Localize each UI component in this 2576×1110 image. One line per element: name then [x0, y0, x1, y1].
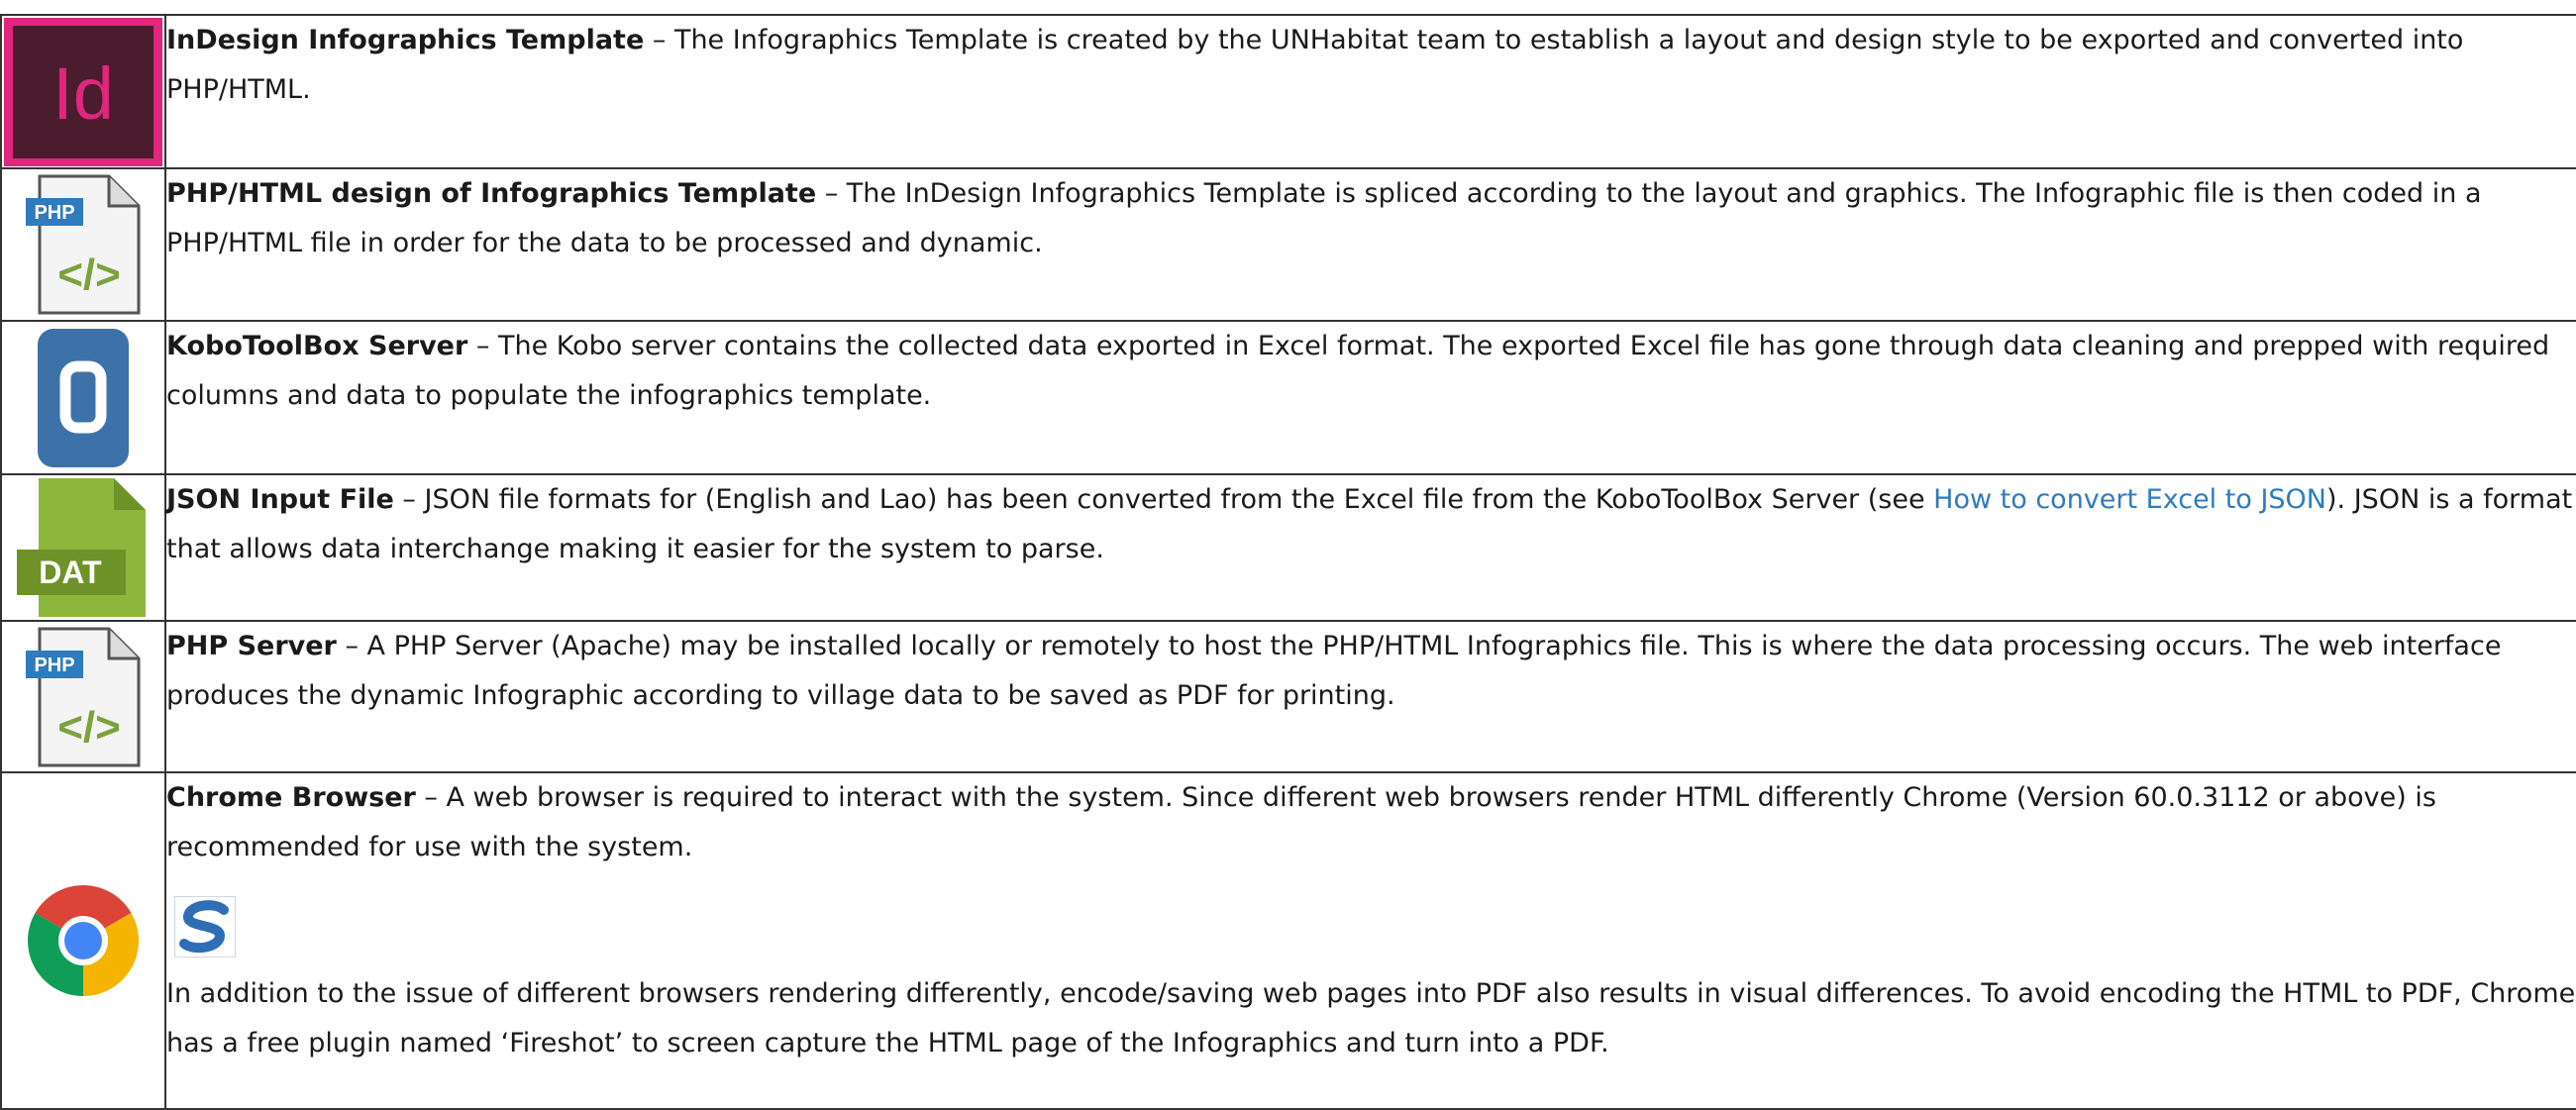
text-cell: PHP Server – A PHP Server (Apache) may b…: [164, 620, 2576, 773]
chrome-icon: [28, 885, 139, 996]
row-text: – A web browser is required to interact …: [166, 782, 2436, 862]
icon-cell: Id: [0, 14, 166, 169]
kobotoolbox-icon: [36, 327, 131, 469]
text-cell: JSON Input File – JSON file formats for …: [164, 473, 2576, 622]
row-description: JSON Input File – JSON file formats for …: [166, 475, 2576, 574]
icon-cell: [0, 320, 166, 475]
table-row: Chrome Browser – A web browser is requir…: [0, 771, 2576, 1110]
row-description: InDesign Infographics Template – The Inf…: [166, 16, 2576, 115]
fireshot-icon: [174, 896, 2576, 958]
row-description: Chrome Browser – A web browser is requir…: [166, 773, 2576, 872]
icon-cell: PHP </>: [0, 167, 166, 322]
document: Id InDesign Infographics Template – The …: [0, 0, 2576, 1110]
table-row: Id InDesign Infographics Template – The …: [0, 14, 2576, 169]
php-label: PHP: [34, 655, 74, 676]
indesign-icon: Id: [4, 17, 162, 166]
text-cell: InDesign Infographics Template – The Inf…: [164, 14, 2576, 169]
table-row: DAT JSON Input File – JSON file formats …: [0, 473, 2576, 622]
row-title: PHP/HTML design of Infographics Template: [166, 178, 817, 209]
row-description: PHP Server – A PHP Server (Apache) may b…: [166, 622, 2576, 721]
text-cell: Chrome Browser – A web browser is requir…: [164, 771, 2576, 1110]
icon-cell: DAT: [0, 473, 166, 622]
text-cell: PHP/HTML design of Infographics Template…: [164, 167, 2576, 322]
row-title: PHP Server: [166, 631, 337, 661]
row-title: JSON Input File: [166, 484, 394, 515]
excel-to-json-link[interactable]: How to convert Excel to JSON: [1933, 484, 2326, 515]
php-label: PHP: [34, 202, 74, 224]
row-title: KoboToolBox Server: [166, 331, 468, 361]
code-label: </>: [57, 251, 121, 299]
dat-file-icon: DAT: [15, 476, 152, 619]
row-description: PHP/HTML design of Infographics Template…: [166, 169, 2576, 268]
icon-cell: PHP </>: [0, 620, 166, 773]
row-text: – A PHP Server (Apache) may be installed…: [166, 631, 2502, 711]
indesign-label: Id: [52, 52, 114, 135]
components-table: Id InDesign Infographics Template – The …: [0, 14, 2576, 1110]
row-description: KoboToolBox Server – The Kobo server con…: [166, 322, 2576, 421]
dat-label: DAT: [39, 555, 102, 590]
php-file-icon: PHP </>: [24, 625, 143, 769]
row-title: InDesign Infographics Template: [166, 25, 645, 55]
row-text-before: – JSON file formats for (English and Lao…: [393, 484, 1934, 515]
table-row: PHP </> PHP/HTML design of Infographics …: [0, 167, 2576, 322]
table-row: PHP </> PHP Server – A PHP Server (Apach…: [0, 620, 2576, 773]
code-label: </>: [57, 703, 121, 752]
icon-cell: [0, 771, 166, 1110]
row-title: Chrome Browser: [166, 782, 416, 813]
text-cell: KoboToolBox Server – The Kobo server con…: [164, 320, 2576, 475]
php-file-icon: PHP </>: [24, 172, 143, 317]
row-text: – The Kobo server contains the collected…: [166, 331, 2550, 411]
fireshot-note: In addition to the issue of different br…: [166, 978, 2576, 1059]
table-row: KoboToolBox Server – The Kobo server con…: [0, 320, 2576, 475]
